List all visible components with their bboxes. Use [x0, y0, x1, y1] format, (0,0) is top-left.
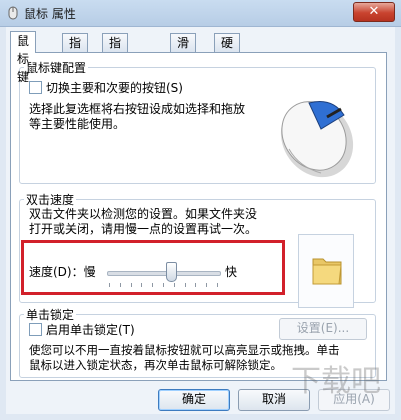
double-click-test-area[interactable]: [298, 234, 354, 308]
slider-tick: [217, 283, 218, 287]
tab-buttons[interactable]: 鼠标键: [10, 31, 37, 84]
tab-hardware[interactable]: 硬件: [214, 33, 241, 68]
click-lock-legend: 单击锁定: [26, 308, 75, 322]
dialog-client-area: 鼠标键 指针 指针选项 滑轮 硬件 鼠标键配置 切换主要和次要的按钮(S) 选择…: [6, 27, 395, 414]
slider-tick: [119, 283, 121, 287]
slider-tick: [195, 283, 197, 287]
slider-tick: [130, 283, 132, 287]
watermark-text: 下载吧: [291, 364, 381, 399]
switch-buttons-label: 切换主要和次要的按钮(S): [46, 81, 183, 95]
mouse-icon: [6, 6, 20, 20]
title-bar: 鼠标 属性 ✕: [0, 0, 401, 27]
button-config-desc-2: 等主要性能使用。: [29, 117, 126, 131]
click-lock-label: 启用单击锁定(T): [46, 323, 135, 337]
click-lock-desc-2: 鼠标以进入锁定状态，再次单击鼠标可解除锁定。: [29, 358, 282, 372]
click-lock-checkbox[interactable]: 启用单击锁定(T): [29, 323, 135, 338]
tab-pointer-options[interactable]: 指针选项: [102, 33, 129, 104]
window-title: 鼠标 属性: [24, 7, 76, 21]
watermark-logo: 下载吧: [291, 364, 381, 399]
double-click-desc-2: 打开或关闭，请用慢一点的设置再试一次。: [29, 222, 258, 236]
slider-tick: [206, 283, 208, 287]
click-lock-checkbox-box[interactable]: [29, 323, 42, 336]
slider-tick: [184, 283, 186, 287]
switch-buttons-checkbox[interactable]: 切换主要和次要的按钮(S): [29, 81, 183, 96]
click-lock-desc-1: 使您可以不用一直按着鼠标按钮就可以高亮显示或拖拽。单击: [29, 343, 340, 357]
tab-panel: 鼠标键配置 切换主要和次要的按钮(S) 选择此复选框将右按钮设成如选择和拖放 等…: [10, 52, 387, 381]
tab-wheel[interactable]: 滑轮: [170, 33, 197, 68]
slider-tick: [141, 283, 143, 287]
double-click-legend: 双击速度: [26, 193, 75, 207]
slider-tick: [163, 283, 164, 287]
button-config-legend: 鼠标键配置: [26, 61, 87, 75]
mouse-illustration-icon: [280, 100, 354, 178]
folder-icon[interactable]: [311, 253, 343, 287]
click-lock-settings-button[interactable]: 设置(E)...: [279, 318, 367, 340]
slider-tick: [152, 283, 154, 287]
double-click-desc-1: 双击文件夹以检测您的设置。如果文件夹没: [29, 207, 258, 221]
slider-tick: [173, 283, 175, 287]
button-config-desc-1: 选择此复选框将右按钮设成如选择和拖放: [29, 102, 246, 116]
slider-tick: [109, 283, 110, 287]
close-button[interactable]: ✕: [353, 2, 395, 22]
ok-button[interactable]: 确定: [158, 389, 230, 411]
switch-buttons-checkbox-box[interactable]: [29, 81, 42, 94]
tab-pointers[interactable]: 指针: [62, 33, 89, 68]
